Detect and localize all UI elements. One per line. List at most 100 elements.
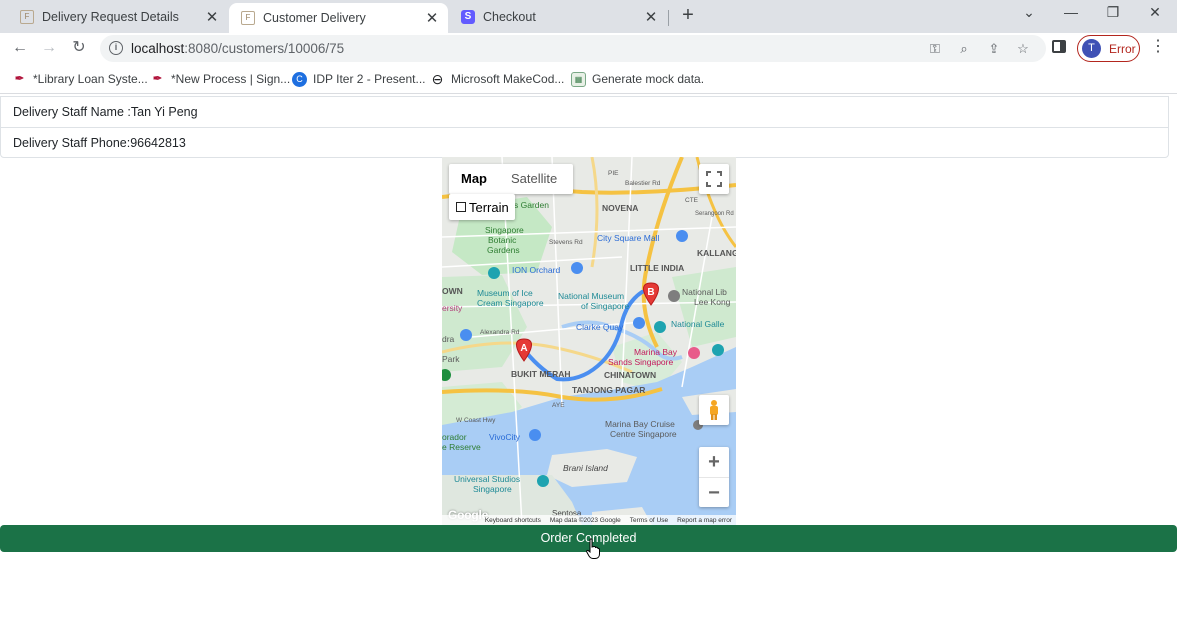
terrain-checkbox[interactable]: Terrain xyxy=(449,194,515,220)
bookmark-label: *Library Loan Syste... xyxy=(33,72,148,86)
bookmark-label: Generate mock data. xyxy=(592,72,705,86)
poi-icon xyxy=(676,230,688,242)
checkbox-icon[interactable] xyxy=(456,202,466,212)
close-tab-icon[interactable]: ✕ xyxy=(422,8,442,28)
map-label: OWN xyxy=(442,286,463,296)
poi-icon xyxy=(571,262,583,274)
delivery-map[interactable]: A B Balestier Rd PIE NOVENA CTE Serangoo… xyxy=(442,157,736,525)
tab-customer-delivery[interactable]: F Customer Delivery ✕ xyxy=(229,3,448,33)
map-label: orador xyxy=(442,432,467,442)
bookmark-star-icon[interactable]: ☆ xyxy=(1014,41,1032,57)
close-tab-icon[interactable]: ✕ xyxy=(641,7,661,27)
poi-icon xyxy=(488,267,500,279)
map-label: Marina Bay Cruise xyxy=(605,419,675,429)
map-type-control: Map Satellite xyxy=(449,164,573,194)
map-label: LITTLE INDIA xyxy=(630,263,684,273)
map-label: dra xyxy=(442,334,455,344)
zoom-in-button[interactable]: + xyxy=(699,447,729,477)
bookmark-library-loan[interactable]: ✒ *Library Loan Syste... xyxy=(12,70,148,88)
map-label: Botanic xyxy=(488,235,517,245)
form-icon: F xyxy=(241,11,255,25)
map-label: W Coast Hwy xyxy=(456,417,496,424)
map-label: Brani Island xyxy=(563,463,608,473)
poi-icon xyxy=(460,329,472,341)
tab-checkout[interactable]: S Checkout ✕ xyxy=(449,0,667,33)
close-tab-icon[interactable]: ✕ xyxy=(202,7,222,27)
url-text[interactable]: localhost:8080/customers/10006/75 xyxy=(131,41,344,56)
map-label: National Museum xyxy=(558,291,624,301)
map-label: BUKIT MERAH xyxy=(511,369,571,379)
bookmark-idp-iter[interactable]: C IDP Iter 2 - Present... xyxy=(292,70,426,88)
link-icon: ⊖ xyxy=(431,70,444,87)
bookmark-new-process[interactable]: ✒ *New Process | Sign... xyxy=(150,70,290,88)
bookmark-label: Microsoft MakeCod... xyxy=(451,72,565,86)
map-label: s Garden xyxy=(514,200,549,210)
site-info-icon[interactable]: i xyxy=(109,41,123,55)
map-label: Serangoon Rd xyxy=(695,211,734,217)
reload-button[interactable]: ↻ xyxy=(68,37,90,59)
back-button[interactable]: ← xyxy=(9,37,31,59)
tab-separator xyxy=(668,10,669,26)
map-label: AYE xyxy=(552,402,565,409)
fullscreen-icon xyxy=(706,171,722,187)
side-panel-icon[interactable] xyxy=(1052,40,1066,53)
bookmark-mock-data[interactable]: ▦ Generate mock data. xyxy=(571,70,704,88)
staff-phone-row: Delivery Staff Phone:96642813 xyxy=(1,127,1168,157)
map-type-map-button[interactable]: Map xyxy=(449,164,499,194)
map-type-satellite-button[interactable]: Satellite xyxy=(499,164,569,194)
tab-title: Delivery Request Details xyxy=(42,9,179,24)
share-icon[interactable]: ⇪ xyxy=(985,41,1003,57)
poi-icon xyxy=(668,290,680,302)
tab-delivery-request-details[interactable]: F Delivery Request Details ✕ xyxy=(8,0,228,33)
profile-status-label: Error xyxy=(1109,41,1136,56)
map-label: Marina Bay xyxy=(634,347,678,357)
key-icon[interactable]: ⚿ xyxy=(926,41,944,57)
marker-a-label: A xyxy=(520,343,527,354)
minimize-button[interactable]: — xyxy=(1060,4,1082,20)
map-attribution: Keyboard shortcuts Map data ©2023 Google… xyxy=(442,515,736,525)
fullscreen-button[interactable] xyxy=(699,164,729,194)
poi-icon xyxy=(529,429,541,441)
map-label: CHINATOWN xyxy=(604,370,656,380)
map-label: Balestier Rd xyxy=(625,180,661,187)
report-error-link[interactable]: Report a map error xyxy=(677,517,732,524)
mock-icon: ▦ xyxy=(571,71,586,87)
close-window-button[interactable]: ✕ xyxy=(1144,4,1166,21)
map-label: Gardens xyxy=(487,245,520,255)
map-label: Park xyxy=(442,354,460,364)
street-view-pegman[interactable] xyxy=(699,395,729,425)
map-label: Clarke Quay xyxy=(576,322,624,332)
keyboard-shortcuts-link[interactable]: Keyboard shortcuts xyxy=(485,517,541,524)
hand-cursor-icon xyxy=(586,538,600,559)
zoom-out-button[interactable]: − xyxy=(699,477,729,507)
pen-icon: ✒ xyxy=(152,72,163,85)
address-bar[interactable]: i localhost:8080/customers/10006/75 ⚿ ⌕ … xyxy=(100,35,1046,62)
browser-toolbar: ← → ↻ i localhost:8080/customers/10006/7… xyxy=(0,33,1177,64)
delivery-staff-info: Delivery Staff Name :Tan Yi Peng Deliver… xyxy=(0,96,1169,158)
url-host: localhost xyxy=(131,41,185,56)
map-label: Museum of Ice xyxy=(477,288,533,298)
tab-strip: F Delivery Request Details ✕ F Customer … xyxy=(0,0,1177,33)
restore-button[interactable]: ❐ xyxy=(1102,4,1124,21)
poi-icon xyxy=(633,317,645,329)
profile-button[interactable]: T Error xyxy=(1077,35,1140,62)
map-label: City Square Mall xyxy=(597,233,659,243)
map-label: Cream Singapore xyxy=(477,298,544,308)
new-tab-button[interactable]: + xyxy=(678,5,698,27)
tab-title: Checkout xyxy=(483,9,536,24)
forward-button[interactable]: → xyxy=(38,37,60,59)
map-label: e Reserve xyxy=(442,442,481,452)
terms-link[interactable]: Terms of Use xyxy=(630,517,668,524)
pen-icon: ✒ xyxy=(14,72,25,85)
poi-icon xyxy=(537,475,549,487)
map-label: Singapore xyxy=(473,484,512,494)
zoom-icon[interactable]: ⌕ xyxy=(955,41,973,57)
map-label: Stevens Rd xyxy=(549,239,583,246)
bookmark-label: *New Process | Sign... xyxy=(171,72,291,86)
bookmark-makecode[interactable]: ⊖ Microsoft MakeCod... xyxy=(430,70,565,88)
tab-search-icon[interactable]: ⌄ xyxy=(1018,4,1040,21)
more-menu-icon[interactable]: ⋮ xyxy=(1150,38,1166,56)
map-label: ION Orchard xyxy=(512,265,560,275)
stripe-icon: S xyxy=(461,9,475,24)
pegman-icon xyxy=(710,400,718,420)
